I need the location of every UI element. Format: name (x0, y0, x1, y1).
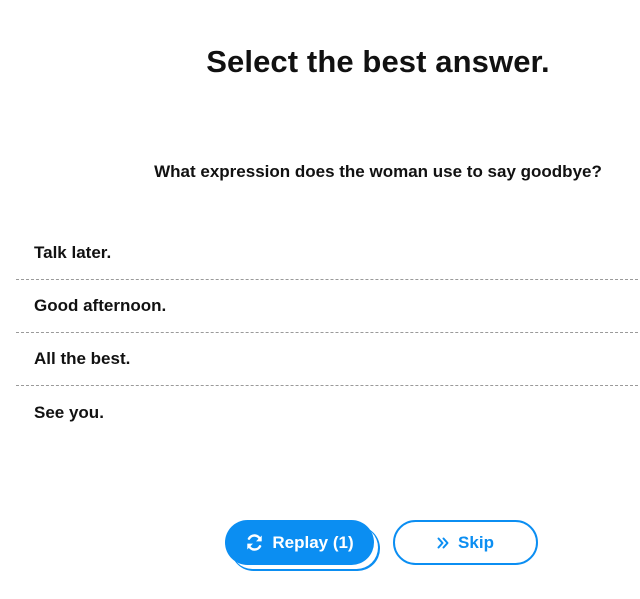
skip-button[interactable]: Skip (393, 520, 538, 565)
replay-button[interactable]: Replay (1) (225, 520, 374, 565)
answer-options-list: Talk later. Good afternoon. All the best… (16, 227, 638, 439)
question-text: What expression does the woman use to sa… (154, 162, 602, 181)
answer-option[interactable]: Good afternoon. (16, 280, 638, 333)
answer-option-label: Good afternoon. (34, 296, 167, 315)
answer-option-label: See you. (34, 402, 104, 422)
replay-button-label: Replay (1) (272, 532, 354, 552)
answer-option[interactable]: Talk later. (16, 227, 638, 280)
page-title: Select the best answer. (206, 44, 550, 79)
refresh-icon (245, 533, 264, 552)
answer-option-label: All the best. (34, 349, 131, 368)
answer-option[interactable]: See you. (16, 386, 638, 439)
answer-option[interactable]: All the best. (16, 333, 638, 386)
skip-button-label: Skip (458, 532, 494, 552)
double-chevron-right-icon (437, 537, 449, 549)
answer-option-label: Talk later. (34, 243, 112, 262)
